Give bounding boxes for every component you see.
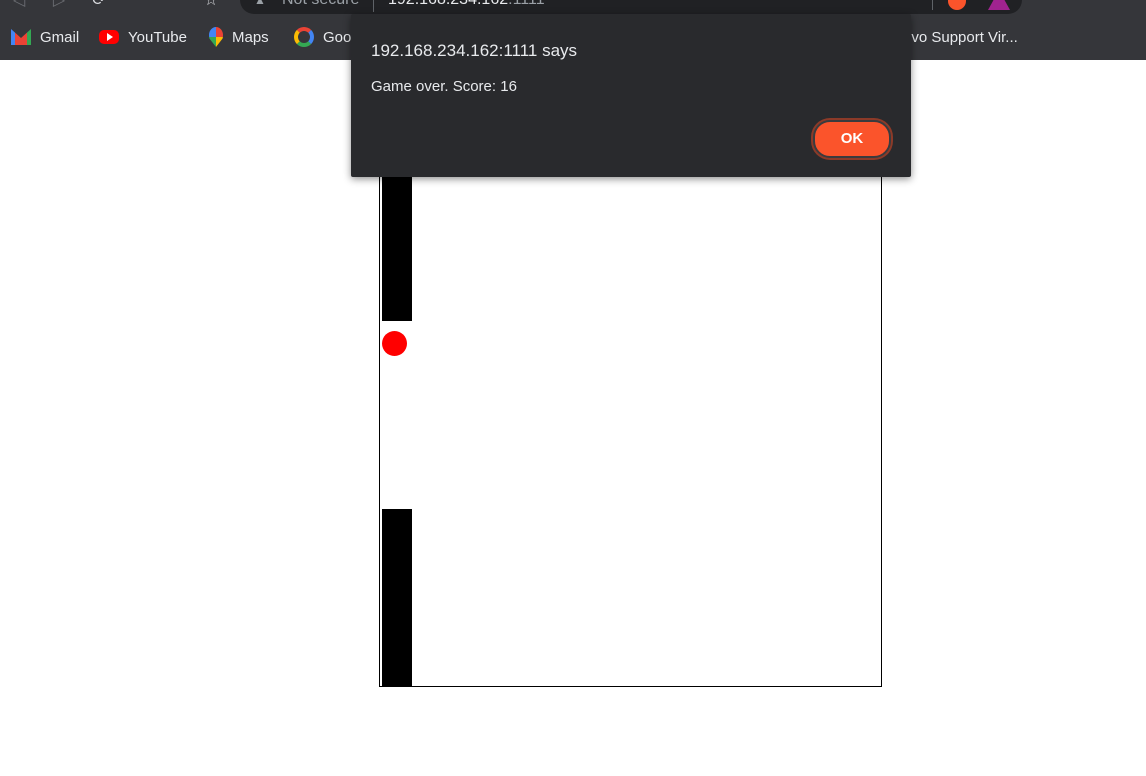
bookmark-gmail[interactable]: Gmail bbox=[11, 22, 79, 52]
youtube-icon bbox=[99, 30, 119, 44]
dialog-title: 192.168.234.162:1111 says bbox=[371, 41, 578, 60]
brave-rewards-icon[interactable] bbox=[988, 0, 1010, 10]
brave-shield-icon[interactable] bbox=[948, 0, 966, 10]
omnibox-divider bbox=[373, 0, 374, 12]
google-icon bbox=[294, 27, 314, 47]
bookmark-label: YouTube bbox=[128, 28, 187, 46]
not-secure-icon[interactable]: ▲ bbox=[254, 0, 266, 6]
bookmark-maps[interactable]: Maps bbox=[209, 22, 269, 52]
security-label[interactable]: Not secure bbox=[282, 0, 359, 9]
star-icon[interactable]: ☆ bbox=[202, 0, 220, 10]
extension-divider bbox=[932, 0, 933, 10]
dialog-message: Game over. Score: 16 bbox=[371, 78, 517, 95]
bookmark-label: Maps bbox=[232, 28, 269, 46]
url-host: 192.168.234.162 bbox=[388, 0, 508, 8]
bottom-pipe bbox=[382, 509, 412, 686]
back-arrow-icon[interactable]: ◁ bbox=[10, 0, 28, 10]
forward-arrow-icon[interactable]: ▷ bbox=[50, 0, 68, 10]
bookmark-label: Gmail bbox=[40, 28, 80, 46]
browser-toolbar: ◁ ▷ ⟳ ☆ ▲ Not secure 192.168.234.162:111… bbox=[0, 0, 1146, 14]
url-text[interactable]: 192.168.234.162:1111 bbox=[388, 0, 545, 9]
address-bar[interactable]: ▲ Not secure 192.168.234.162:1111 bbox=[240, 0, 1022, 14]
url-port: :1111 bbox=[508, 0, 544, 8]
bird bbox=[382, 331, 407, 356]
gmail-icon bbox=[11, 29, 31, 45]
ok-button[interactable]: OK bbox=[813, 120, 891, 158]
bookmark-lenovo-support[interactable]: ovo Support Vir... bbox=[903, 22, 1018, 52]
bookmark-label: ovo Support Vir... bbox=[903, 28, 1018, 46]
maps-icon bbox=[209, 27, 223, 47]
bookmark-google[interactable]: Goo bbox=[294, 22, 351, 52]
reload-icon[interactable]: ⟳ bbox=[90, 0, 108, 10]
alert-dialog: 192.168.234.162:1111 says Game over. Sco… bbox=[351, 14, 911, 177]
bookmark-youtube[interactable]: YouTube bbox=[99, 22, 187, 52]
bookmark-label: Goo bbox=[323, 28, 352, 46]
